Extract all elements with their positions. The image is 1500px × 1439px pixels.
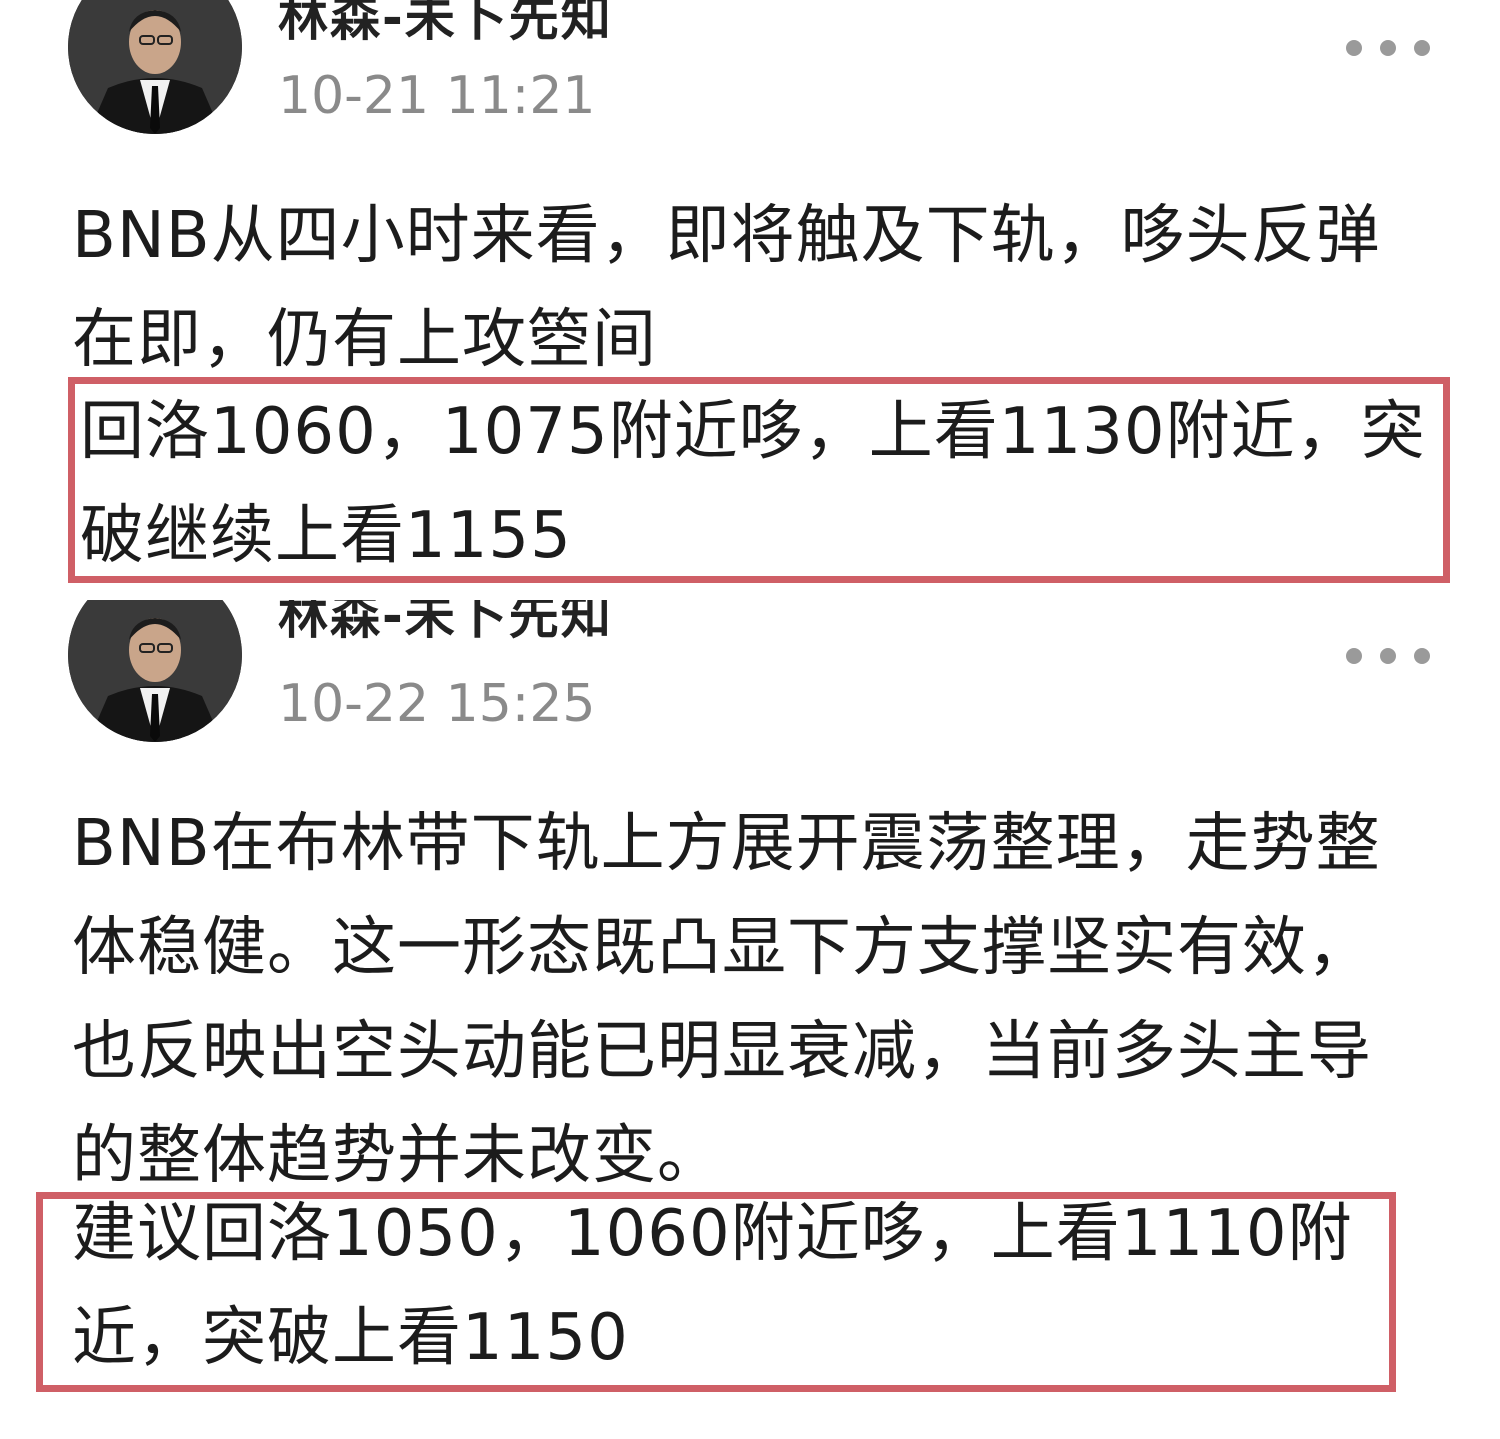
more-options-button[interactable] (1346, 36, 1430, 60)
more-options-button[interactable] (1346, 644, 1430, 668)
more-dots-icon (1414, 648, 1430, 664)
avatar-man-in-suit-icon (68, 600, 242, 742)
post-card: 林森-未卜先知 10-22 15:25 BNB在布林带下轨上方展开震荡整理，走势… (0, 600, 1500, 1439)
more-dots-icon (1346, 40, 1362, 56)
more-dots-icon (1346, 648, 1362, 664)
highlight-box: 回洛1060，1075附近哆，上看1130附近，突破继续上看1155 (68, 377, 1450, 583)
more-dots-icon (1414, 40, 1430, 56)
post-body-text: BNB在布林带下轨上方展开震荡整理，走势整体稳健。这一形态既凸显下方支撑坚实有效… (72, 807, 1381, 1193)
highlight-box: 建议回洛1050，1060附近哆，上看1110附近，突破上看1150 (36, 1192, 1396, 1392)
author-name[interactable]: 林森-未卜先知 (278, 0, 613, 50)
author-name[interactable]: 林森-未卜先知 (278, 600, 613, 648)
author-avatar[interactable] (68, 0, 242, 134)
highlighted-text: 建议回洛1050，1060附近哆，上看1110附近，突破上看1150 (72, 1197, 1353, 1375)
highlighted-text: 回洛1060，1075附近哆，上看1130附近，突破继续上看1155 (80, 395, 1426, 573)
post-card: 林森-未卜先知 10-21 11:21 BNB从四小时来看，即将触及下轨，哆头反… (0, 0, 1500, 600)
post-time: 10-21 11:21 (278, 66, 596, 126)
post-body-text: BNB从四小时来看，即将触及下轨，哆头反弹在即，仍有上攻箜间 (72, 199, 1381, 377)
more-dots-icon (1380, 40, 1396, 56)
author-avatar[interactable] (68, 600, 242, 742)
avatar-man-in-suit-icon (68, 0, 242, 134)
more-dots-icon (1380, 648, 1396, 664)
post-time: 10-22 15:25 (278, 674, 596, 734)
